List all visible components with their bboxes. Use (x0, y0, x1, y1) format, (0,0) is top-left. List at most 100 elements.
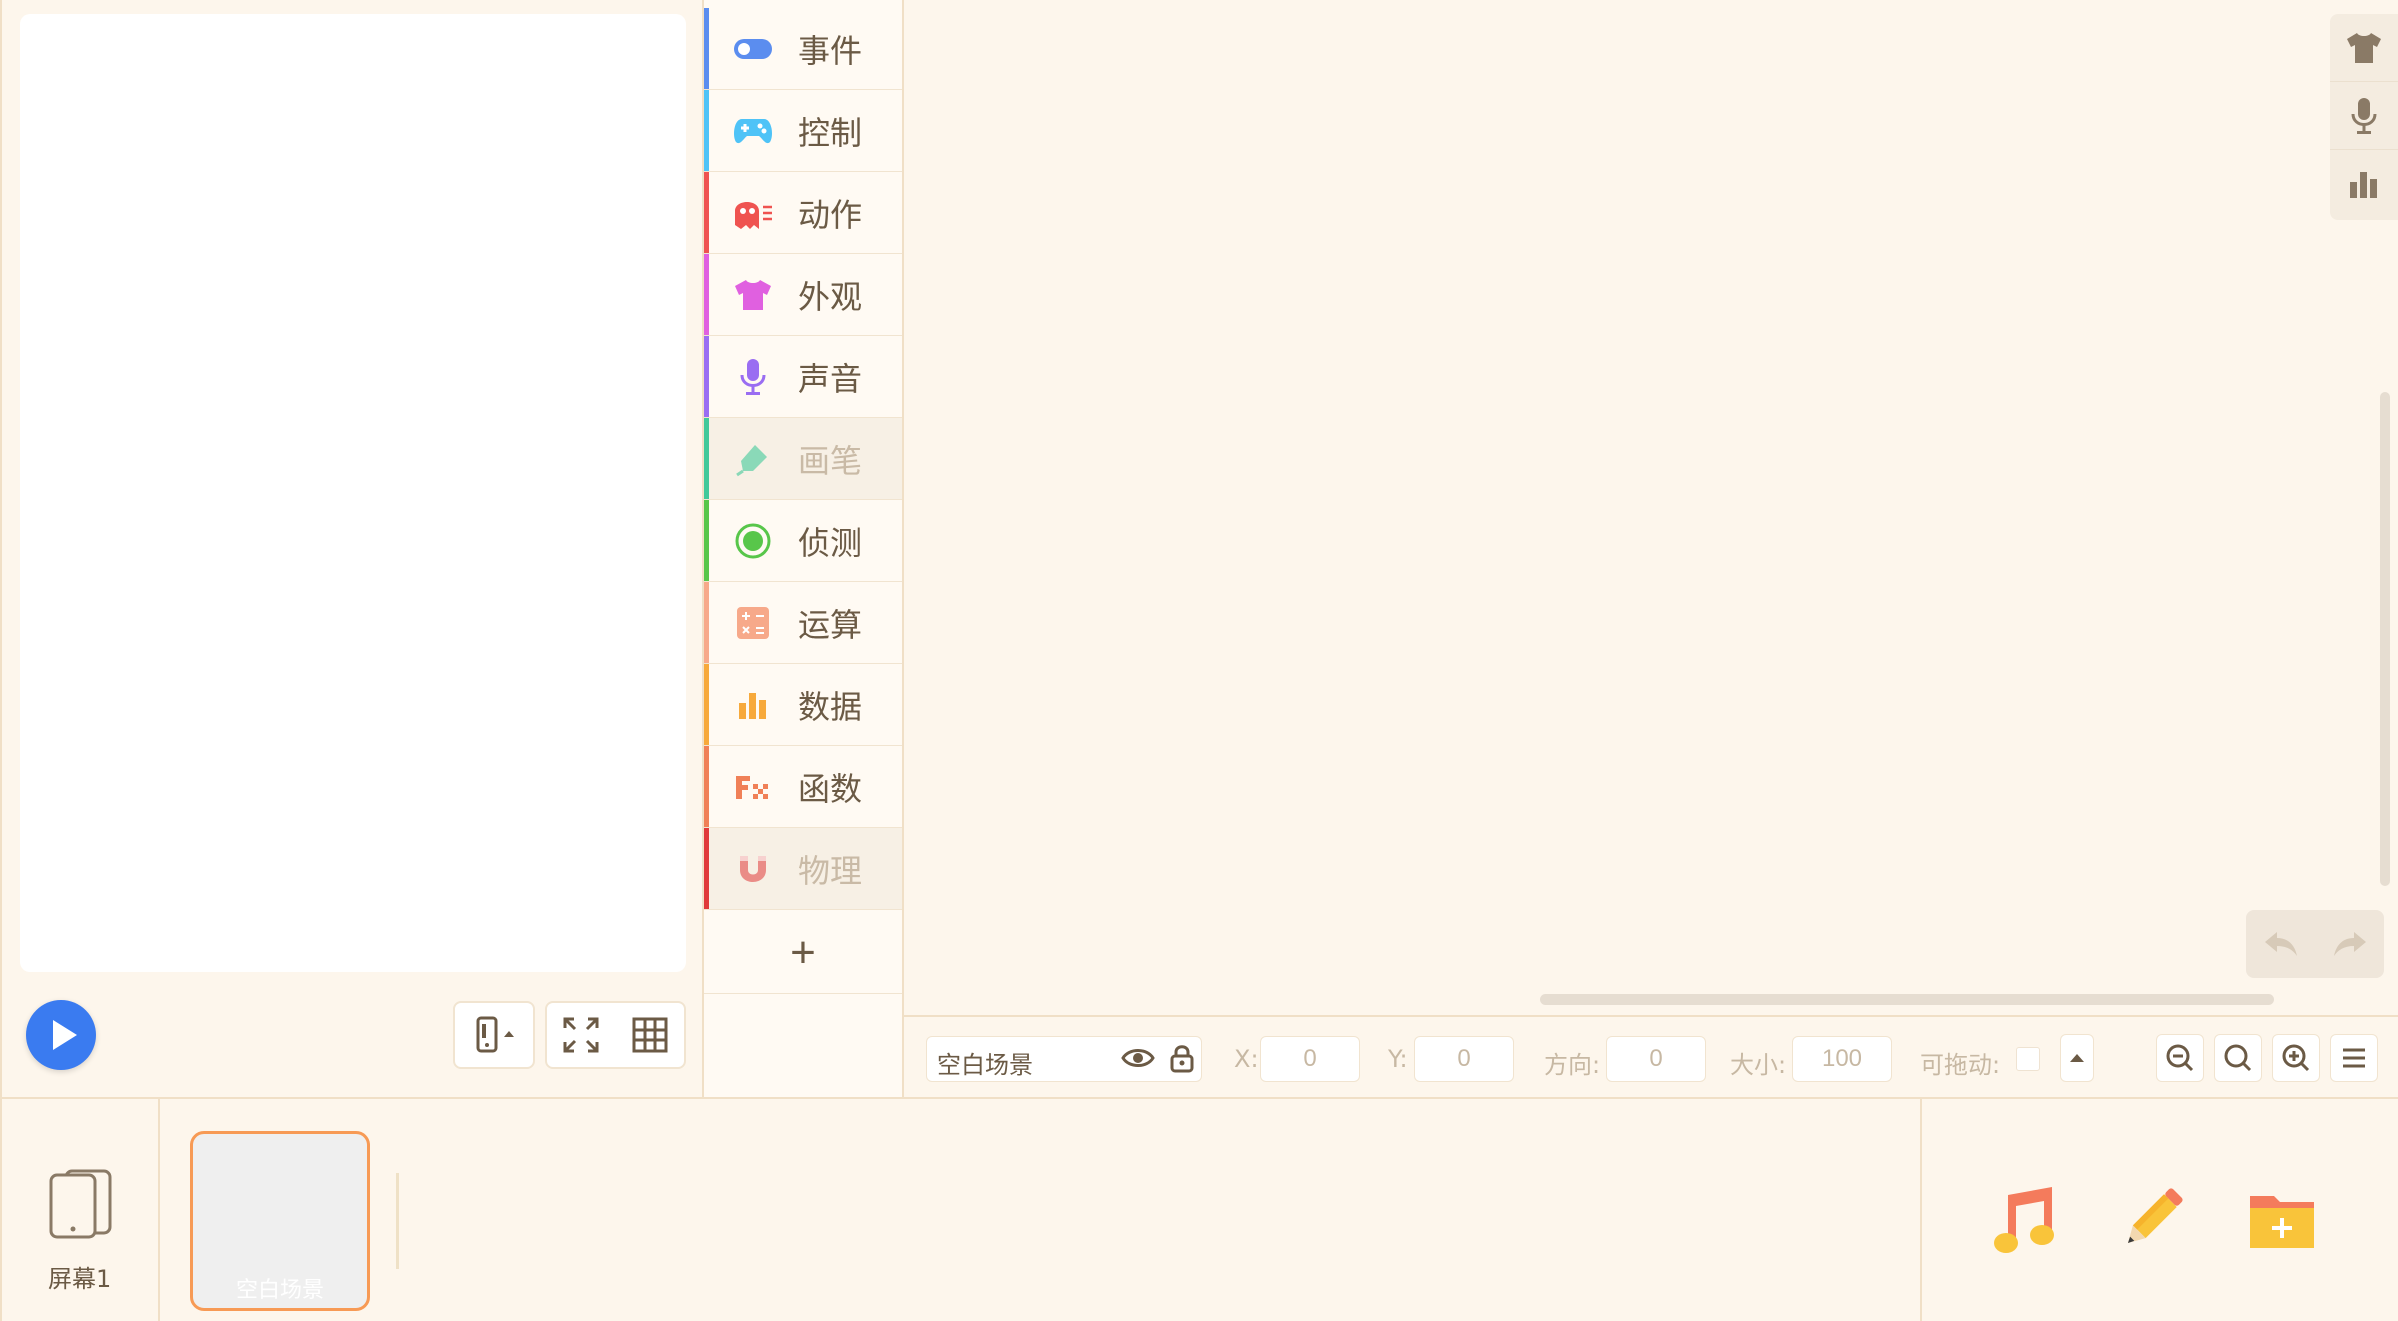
category-color-bar (704, 172, 709, 253)
add-category-button[interactable]: + (704, 912, 902, 994)
redo-button[interactable] (2322, 916, 2378, 972)
category-label: 控制 (798, 113, 863, 152)
lock-icon (1170, 1045, 1194, 1073)
plus-icon: + (790, 927, 816, 977)
device-screen-icon (49, 1169, 112, 1239)
category-item[interactable]: 运算 (704, 582, 902, 664)
costume-button[interactable] (2330, 14, 2398, 82)
draggable-checkbox[interactable] (2016, 1047, 2040, 1071)
radio-target-icon (732, 520, 774, 562)
pencil-icon (2127, 1188, 2183, 1244)
category-item[interactable]: 函数 (704, 746, 902, 828)
ghost-icon (732, 192, 774, 234)
stage-panel (0, 0, 704, 1097)
category-item[interactable]: 声音 (704, 336, 902, 418)
category-item[interactable]: 侦测 (704, 500, 902, 582)
microphone-icon (2351, 97, 2377, 134)
category-color-bar (704, 828, 709, 909)
shirt-icon (2347, 32, 2381, 63)
scene-divider (396, 1173, 399, 1269)
asset-tray (1920, 1099, 2398, 1321)
music-note-icon (1994, 1187, 2054, 1253)
add-sound-button[interactable] (1984, 1179, 2064, 1259)
folder-add-icon (2250, 1196, 2314, 1248)
fullscreen-icon (563, 1017, 599, 1053)
vertical-scrollbar[interactable] (2380, 392, 2390, 886)
sprite-name-field[interactable]: 空白场景 (926, 1036, 1202, 1082)
sprite-property-bar: 空白场景 X: 0 Y: 0 方向: 0 大小: 100 可拖动: (904, 1015, 2398, 1097)
category-item[interactable]: 画笔 (704, 418, 902, 500)
category-color-bar (704, 664, 709, 745)
y-label: Y: (1388, 1045, 1408, 1073)
device-toolbar (453, 1001, 535, 1069)
visibility-toggle[interactable] (1121, 1045, 1155, 1076)
undo-redo-group (2246, 910, 2384, 978)
sound-button[interactable] (2330, 82, 2398, 150)
category-label: 函数 (798, 769, 863, 808)
play-button[interactable] (26, 1000, 96, 1070)
y-value: 0 (1457, 1045, 1471, 1072)
grid-toggle-button[interactable] (622, 1007, 678, 1063)
category-label: 物理 (798, 851, 863, 890)
horizontal-scrollbar[interactable] (1540, 994, 2274, 1005)
category-label: 运算 (798, 605, 863, 644)
zoom-out-button[interactable] (2156, 1034, 2204, 1082)
menu-button[interactable] (2330, 1034, 2378, 1082)
direction-label: 方向: (1544, 1051, 1601, 1079)
fullscreen-button[interactable] (553, 1007, 609, 1063)
draw-sprite-button[interactable] (2112, 1179, 2192, 1259)
phone-dropdown-icon (476, 1016, 514, 1053)
category-color-bar (704, 500, 709, 581)
bar-chart-icon (2350, 172, 2377, 198)
device-select-button[interactable] (459, 1007, 529, 1063)
upload-folder-button[interactable] (2242, 1179, 2322, 1259)
calculator-icon (732, 602, 774, 644)
screen-tab[interactable]: 屏幕1 (0, 1099, 160, 1321)
play-icon (52, 1020, 77, 1050)
category-item[interactable]: 数据 (704, 664, 902, 746)
category-label: 外观 (798, 277, 863, 316)
size-value: 100 (1821, 1045, 1863, 1072)
category-item[interactable]: 外观 (704, 254, 902, 336)
category-item[interactable]: 事件 (704, 8, 902, 90)
zoom-in-button[interactable] (2272, 1034, 2320, 1082)
size-label: 大小: (1730, 1051, 1787, 1079)
bar-chart-icon (732, 684, 774, 726)
x-label: X: (1234, 1045, 1259, 1073)
category-label: 数据 (798, 687, 863, 726)
direction-input[interactable]: 0 (1606, 1036, 1706, 1082)
caret-up-icon (2070, 1054, 2084, 1062)
category-item[interactable]: 控制 (704, 90, 902, 172)
hamburger-menu-icon (2343, 1048, 2365, 1068)
category-item[interactable]: 动作 (704, 172, 902, 254)
lock-toggle[interactable] (1169, 1043, 1195, 1078)
sprite-name: 空白场景 (937, 1051, 1033, 1079)
redo-icon (2333, 932, 2366, 956)
category-label: 动作 (798, 195, 863, 234)
eye-icon (1121, 1049, 1155, 1067)
undo-button[interactable] (2253, 916, 2309, 972)
magnet-icon (732, 848, 774, 890)
y-input[interactable]: 0 (1414, 1036, 1514, 1082)
bottom-bar: 屏幕1 空白场景 (0, 1097, 2398, 1321)
category-label: 声音 (798, 359, 863, 398)
data-button[interactable] (2330, 150, 2398, 218)
x-input[interactable]: 0 (1260, 1036, 1360, 1082)
category-color-bar (704, 8, 709, 89)
zoom-reset-button[interactable] (2214, 1034, 2262, 1082)
size-input[interactable]: 100 (1792, 1036, 1892, 1082)
draggable-label: 可拖动: (1920, 1051, 2001, 1079)
scene-thumbnail[interactable]: 空白场景 (190, 1131, 370, 1311)
code-workspace[interactable] (904, 0, 2398, 1015)
scene-thumbnail-label: 空白场景 (235, 1278, 324, 1303)
gamepad-icon (732, 110, 774, 152)
microphone-icon (732, 356, 774, 398)
toggle-icon (732, 28, 774, 70)
stage-canvas[interactable] (20, 14, 686, 972)
search-icon (2224, 1044, 2252, 1072)
category-item[interactable]: 物理 (704, 828, 902, 910)
collapse-props-button[interactable] (2060, 1034, 2094, 1082)
x-value: 0 (1303, 1045, 1317, 1072)
zoom-in-icon (2282, 1044, 2310, 1072)
category-color-bar (704, 582, 709, 663)
